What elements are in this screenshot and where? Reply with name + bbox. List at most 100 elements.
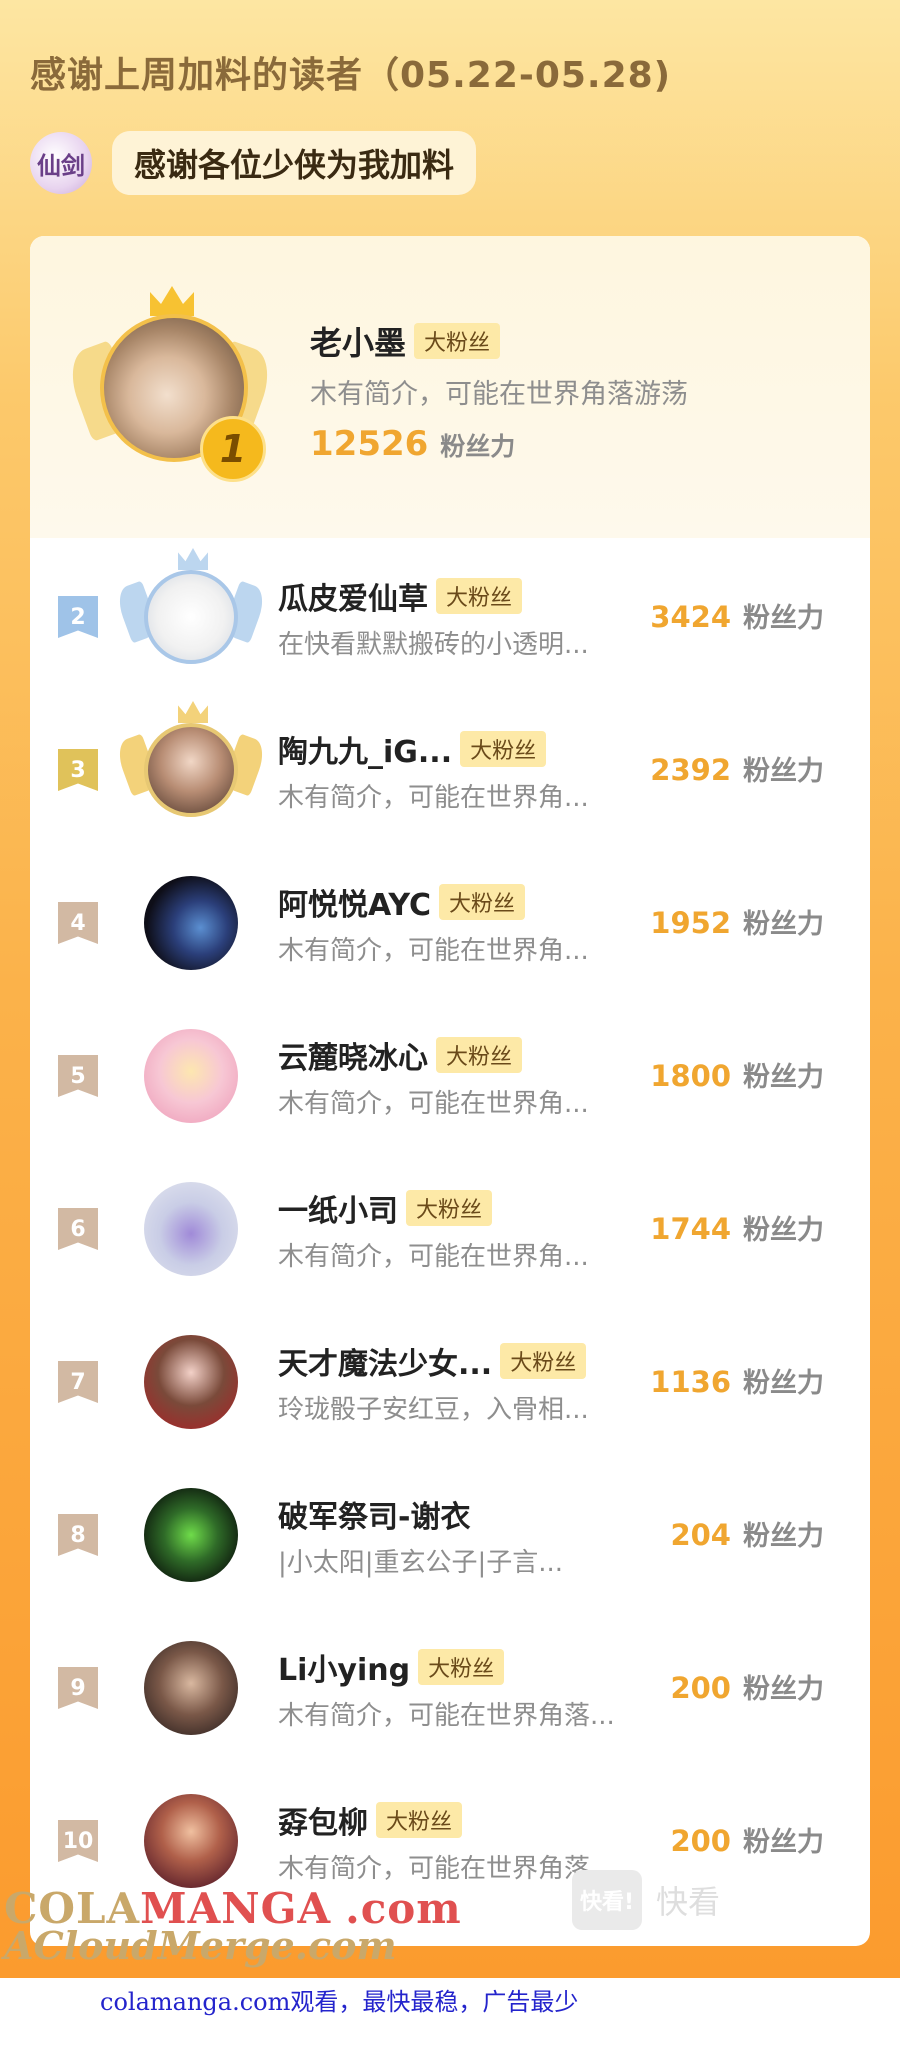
fan-power: 1744 粉丝力 (650, 1208, 824, 1247)
avatar[interactable] (144, 1488, 238, 1582)
fan-row[interactable]: 3 陶九九_iG... 大粉丝 木有简介，可能在世界角... 2392 粉丝力 (30, 691, 870, 844)
fan-description: 在快看默默搬砖的小透明... (278, 630, 589, 660)
site-brand: COLAMANGA .com ACloudMerge.com (4, 1884, 462, 1968)
fan-power: 200 粉丝力 (670, 1667, 824, 1706)
avatar[interactable] (144, 1641, 238, 1735)
fan-power: 204 粉丝力 (670, 1514, 824, 1553)
comic-logo[interactable]: 仙剑 (30, 132, 92, 194)
fan-row[interactable]: 6 一纸小司 大粉丝 木有简介，可能在世界角... 1744 粉丝力 (30, 1150, 870, 1303)
watermark-text: 快看 (655, 1883, 720, 1921)
fan-power: 1952 粉丝力 (650, 902, 824, 941)
fan-name[interactable]: 一纸小司 (278, 1186, 398, 1230)
avatar[interactable] (144, 1182, 238, 1276)
avatar[interactable] (144, 1029, 238, 1123)
kuaikan-watermark: 快看! 快看 (571, 1870, 720, 1930)
fan-level-tag: 大粉丝 (500, 1343, 587, 1379)
rank-badge: 3 (58, 749, 98, 791)
crown-icon (178, 548, 208, 570)
fan-row[interactable]: 7 天才魔法少女... 大粉丝 玲珑骰子安红豆，入骨相... 1136 粉丝力 (30, 1303, 870, 1456)
footer-note[interactable]: colamanga.com观看，最快最稳，广告最少 (100, 1982, 578, 2017)
fan-name-line: 天才魔法少女... 大粉丝 (278, 1339, 587, 1383)
fan-power-value: 1744 (650, 1212, 731, 1246)
fan-description: 木有简介，可能在世界角落... (278, 1854, 615, 1884)
fan-description: 木有简介，可能在世界角... (278, 783, 589, 813)
fan-power: 3424 粉丝力 (650, 596, 824, 635)
crown-icon (178, 701, 208, 723)
fan-power-value: 1952 (650, 906, 731, 940)
fan-power-label: 粉丝力 (743, 1827, 824, 1858)
avatar[interactable] (144, 570, 238, 664)
fan-name-line: 阿悦悦AYC 大粉丝 (278, 880, 526, 924)
rank-badge: 10 (58, 1820, 98, 1862)
rank-badge: 5 (58, 1055, 98, 1097)
fan-power: 2392 粉丝力 (650, 749, 824, 788)
fan-name-line: 孬包柳 大粉丝 (278, 1798, 463, 1842)
fan-row[interactable]: 5 云麓晓冰心 大粉丝 木有简介，可能在世界角... 1800 粉丝力 (30, 997, 870, 1150)
fan-name-line: 一纸小司 大粉丝 (278, 1186, 493, 1230)
fan-row[interactable]: 4 阿悦悦AYC 大粉丝 木有简介，可能在世界角... 1952 粉丝力 (30, 844, 870, 997)
fan-name[interactable]: 天才魔法少女... (278, 1339, 492, 1383)
thanks-banner: 感谢各位少侠为我加料 (112, 131, 477, 195)
fan-power-value: 1136 (650, 1365, 731, 1399)
fan-description: 木有简介，可能在世界角... (278, 1089, 589, 1119)
fan-level-tag: 大粉丝 (406, 1190, 493, 1226)
fan-name[interactable]: Li小ying (278, 1645, 410, 1689)
fan-level-tag: 大粉丝 (436, 1037, 523, 1073)
fan-power-value: 3424 (650, 600, 731, 634)
fan-power-value: 1800 (650, 1059, 731, 1093)
avatar[interactable] (144, 1335, 238, 1429)
fan-power: 200 粉丝力 (670, 1820, 824, 1859)
fan-name-line: 瓜皮爱仙草 大粉丝 (278, 574, 523, 618)
fan-name[interactable]: 云麓晓冰心 (278, 1033, 428, 1077)
fan-power-label: 粉丝力 (743, 756, 824, 787)
fan-description: |小太阳|重玄公子|子言... (278, 1548, 564, 1578)
top-fan-section[interactable]: 1 老小墨 大粉丝 木有简介，可能在世界角落游荡 12526 粉丝力 (30, 236, 870, 538)
fan-name[interactable]: 破军祭司-谢衣 (278, 1492, 470, 1536)
rank-medal: 1 (200, 416, 266, 482)
fan-power-label: 粉丝力 (743, 909, 824, 940)
fan-name-line: 云麓晓冰心 大粉丝 (278, 1033, 523, 1077)
fan-row[interactable]: 8 破军祭司-谢衣 |小太阳|重玄公子|子言... 204 粉丝力 (30, 1456, 870, 1609)
comic-badge-row: 仙剑 感谢各位少侠为我加料 (30, 130, 477, 196)
fan-power-value: 2392 (650, 753, 731, 787)
avatar[interactable] (144, 876, 238, 970)
crown-icon (150, 286, 194, 316)
fan-name[interactable]: 阿悦悦AYC (278, 880, 431, 924)
fan-power: 12526 粉丝力 (310, 424, 515, 464)
fan-description: 木有简介，可能在世界角... (278, 1242, 589, 1272)
rank-badge: 7 (58, 1361, 98, 1403)
fan-power-label: 粉丝力 (440, 432, 516, 461)
fan-power-value: 200 (670, 1671, 731, 1705)
fan-description: 木有简介，可能在世界角... (278, 936, 589, 966)
brand-line: ACloudMerge.com (4, 1923, 397, 1968)
fan-power-value: 204 (670, 1518, 731, 1552)
fan-power: 1800 粉丝力 (650, 1055, 824, 1094)
rank-badge: 2 (58, 596, 98, 638)
rank-badge: 8 (58, 1514, 98, 1556)
fan-power-label: 粉丝力 (743, 1368, 824, 1399)
fan-row[interactable]: 9 Li小ying 大粉丝 木有简介，可能在世界角落... 200 粉丝力 (30, 1609, 870, 1762)
fan-power-label: 粉丝力 (743, 1215, 824, 1246)
avatar[interactable] (144, 723, 238, 817)
rank-badge: 4 (58, 902, 98, 944)
fan-row[interactable]: 2 瓜皮爱仙草 大粉丝 在快看默默搬砖的小透明... 3424 粉丝力 (30, 538, 870, 691)
fan-description: 木有简介，可能在世界角落... (278, 1701, 615, 1731)
fan-name-line: Li小ying 大粉丝 (278, 1645, 505, 1689)
fan-name[interactable]: 陶九九_iG... (278, 727, 452, 771)
fan-level-tag: 大粉丝 (418, 1649, 505, 1685)
fan-power-label: 粉丝力 (743, 1521, 824, 1552)
fan-power-label: 粉丝力 (743, 1674, 824, 1705)
fan-level-tag: 大粉丝 (439, 884, 526, 920)
avatar[interactable] (144, 1794, 238, 1888)
fan-name[interactable]: 老小墨 (310, 318, 406, 364)
fan-power-value: 200 (670, 1824, 731, 1858)
fan-name-line: 破军祭司-谢衣 (278, 1492, 470, 1536)
top-fan-name-line: 老小墨 大粉丝 (310, 318, 501, 364)
fan-level-tag: 大粉丝 (376, 1802, 463, 1838)
fan-name[interactable]: 瓜皮爱仙草 (278, 574, 428, 618)
fan-level-tag: 大粉丝 (436, 578, 523, 614)
fan-power-value: 12526 (310, 424, 429, 464)
fan-name[interactable]: 孬包柳 (278, 1798, 368, 1842)
fan-power-label: 粉丝力 (743, 1062, 824, 1093)
fan-ranking-card: 1 老小墨 大粉丝 木有简介，可能在世界角落游荡 12526 粉丝力 2 瓜皮爱… (30, 236, 870, 1946)
